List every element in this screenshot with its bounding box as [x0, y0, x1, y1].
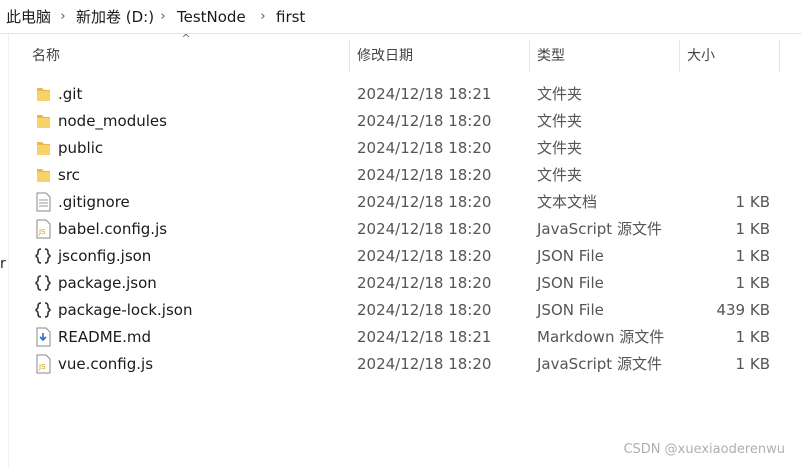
file-name: package.json	[58, 274, 157, 292]
chevron-right-icon[interactable]: ›	[58, 7, 68, 27]
file-type: JavaScript 源文件	[537, 220, 662, 238]
folder-icon	[32, 111, 54, 131]
file-modified-date: 2024/12/18 18:21	[357, 85, 492, 103]
file-modified-date: 2024/12/18 18:20	[357, 355, 492, 373]
file-modified-date: 2024/12/18 18:20	[357, 220, 492, 238]
file-size: 1 KB	[735, 193, 770, 211]
file-size: 1 KB	[735, 220, 770, 238]
breadcrumb-item-first[interactable]: first	[276, 7, 305, 27]
file-modified-date: 2024/12/18 18:20	[357, 274, 492, 292]
file-size: 1 KB	[735, 274, 770, 292]
file-modified-date: 2024/12/18 18:20	[357, 166, 492, 184]
file-modified-date: 2024/12/18 18:20	[357, 139, 492, 157]
file-type: JSON File	[537, 247, 604, 265]
file-row[interactable]: package.json 2024/12/18 18:20 JSON File 1 K…	[20, 270, 780, 297]
markdown-file-icon	[32, 327, 54, 347]
column-header-row: 名称 修改日期 类型 大小	[20, 34, 800, 72]
file-row[interactable]: node_modules 2024/12/18 18:20 文件夹	[20, 108, 780, 135]
breadcrumb-item-this-pc[interactable]: 此电脑	[6, 7, 51, 27]
file-name: .git	[58, 85, 83, 103]
folder-icon	[32, 84, 54, 104]
file-type: 文件夹	[537, 139, 583, 157]
file-type: 文件夹	[537, 85, 583, 103]
file-row[interactable]: .git 2024/12/18 18:21 文件夹	[20, 81, 780, 108]
svg-text:JS: JS	[38, 228, 46, 236]
file-name: public	[58, 139, 104, 157]
file-modified-date: 2024/12/18 18:20	[357, 247, 492, 265]
column-header-type[interactable]: 类型	[537, 34, 565, 72]
file-name: package-lock.json	[58, 301, 193, 319]
watermark: CSDN @xuexiaoderenwu	[623, 442, 785, 457]
file-row[interactable]: README.md 2024/12/18 18:21 Markdown 源文件 1 K…	[20, 324, 780, 351]
file-modified-date: 2024/12/18 18:20	[357, 193, 492, 211]
file-size: 1 KB	[735, 247, 770, 265]
chevron-right-icon[interactable]: ›	[258, 7, 268, 27]
text-file-icon	[32, 192, 54, 212]
column-header-size[interactable]: 大小	[687, 34, 715, 72]
file-type: 文件夹	[537, 166, 583, 184]
file-row[interactable]: package-lock.json 2024/12/18 18:20 JSON Fi…	[20, 297, 780, 324]
column-divider[interactable]	[779, 40, 780, 72]
breadcrumb-item-drive-d[interactable]: 新加卷 (D:)	[76, 7, 154, 27]
file-row[interactable]: JS vue.config.js 2024/12/18 18:20 JavaScrip…	[20, 351, 780, 378]
file-name: .gitignore	[58, 193, 130, 211]
column-header-date[interactable]: 修改日期	[357, 34, 413, 72]
file-type: 文件夹	[537, 112, 583, 130]
file-row[interactable]: jsconfig.json 2024/12/18 18:20 JSON File 1 …	[20, 243, 780, 270]
file-size: 439 KB	[716, 301, 770, 319]
file-name: jsconfig.json	[58, 247, 152, 265]
folder-icon	[32, 165, 54, 185]
file-name: node_modules	[58, 112, 167, 130]
file-row[interactable]: .gitignore 2024/12/18 18:20 文本文档 1 KB	[20, 189, 780, 216]
json-file-icon	[32, 273, 54, 293]
column-divider[interactable]	[679, 40, 680, 72]
json-file-icon	[32, 300, 54, 320]
file-type: Markdown 源文件	[537, 328, 665, 346]
file-size: 1 KB	[735, 328, 770, 346]
file-type: JavaScript 源文件	[537, 355, 662, 373]
file-row[interactable]: public 2024/12/18 18:20 文件夹	[20, 135, 780, 162]
json-file-icon	[32, 246, 54, 266]
navigation-pane-text: r	[0, 256, 6, 272]
file-row[interactable]: src 2024/12/18 18:20 文件夹	[20, 162, 780, 189]
file-row[interactable]: JS babel.config.js 2024/12/18 18:20 JavaScr…	[20, 216, 780, 243]
chevron-right-icon[interactable]: ›	[158, 7, 168, 27]
file-type: JSON File	[537, 301, 604, 319]
file-type: 文本文档	[537, 193, 598, 211]
svg-text:JS: JS	[38, 363, 46, 371]
breadcrumb-item-testnode[interactable]: TestNode	[177, 7, 246, 27]
breadcrumb: 此电脑 › 新加卷 (D:) › TestNode › first	[0, 0, 802, 34]
file-size: 1 KB	[735, 355, 770, 373]
navigation-pane-edge	[0, 34, 9, 467]
file-modified-date: 2024/12/18 18:21	[357, 328, 492, 346]
file-name: README.md	[58, 328, 152, 346]
file-type: JSON File	[537, 274, 604, 292]
folder-icon	[32, 138, 54, 158]
column-header-name[interactable]: 名称	[32, 34, 60, 72]
file-modified-date: 2024/12/18 18:20	[357, 112, 492, 130]
column-divider[interactable]	[349, 40, 350, 72]
js-file-icon: JS	[32, 219, 54, 239]
file-name: src	[58, 166, 80, 184]
file-modified-date: 2024/12/18 18:20	[357, 301, 492, 319]
js-file-icon: JS	[32, 354, 54, 374]
column-divider[interactable]	[529, 40, 530, 72]
file-name: babel.config.js	[58, 220, 168, 238]
file-name: vue.config.js	[58, 355, 154, 373]
